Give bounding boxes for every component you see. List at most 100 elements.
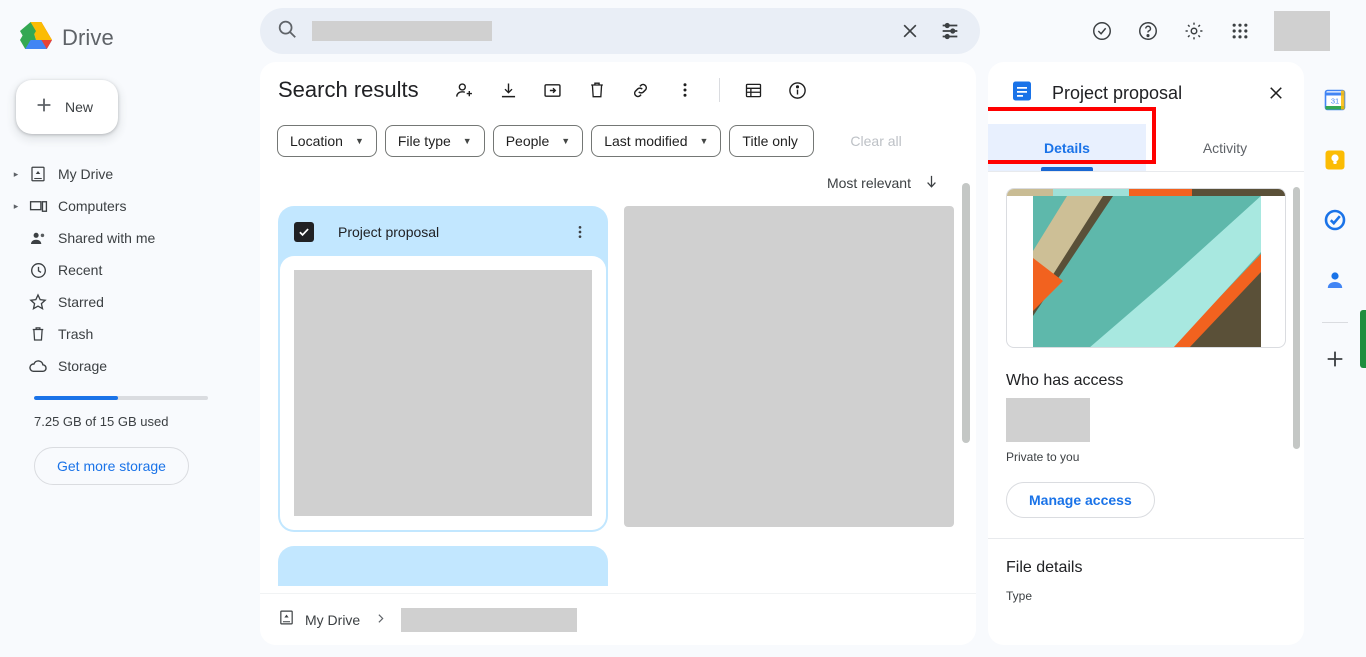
sidebar-item-my-drive[interactable]: ▸ My Drive <box>0 158 242 190</box>
computers-icon <box>24 197 52 216</box>
manage-access-button[interactable]: Manage access <box>1006 482 1155 518</box>
sidebar-item-label: Starred <box>58 294 104 310</box>
trash-icon <box>24 325 52 343</box>
svg-text:31: 31 <box>1331 97 1339 106</box>
tab-activity[interactable]: Activity <box>1146 124 1304 171</box>
filter-chip-last-modified[interactable]: Last modified ▼ <box>591 125 722 157</box>
avatar[interactable] <box>1274 11 1330 51</box>
plus-icon <box>33 94 55 121</box>
results-scrollbar[interactable] <box>962 183 970 443</box>
arrow-down-icon <box>923 173 940 193</box>
info-icon[interactable] <box>778 70 818 110</box>
file-card-partial[interactable] <box>278 546 608 586</box>
move-to-folder-icon[interactable] <box>533 70 573 110</box>
close-icon[interactable] <box>1260 77 1292 109</box>
breadcrumb-root[interactable]: My Drive <box>305 612 360 628</box>
sidebar-item-label: My Drive <box>58 166 114 182</box>
rail-side-tab[interactable] <box>1360 310 1366 368</box>
google-keep-icon[interactable] <box>1315 140 1355 180</box>
filter-chip-label: Last modified <box>604 133 688 149</box>
clear-all-button[interactable]: Clear all <box>850 133 901 149</box>
new-button[interactable]: New <box>16 80 118 134</box>
star-icon <box>24 292 52 312</box>
filter-chip-label: Title only <box>742 133 798 149</box>
file-checkbox[interactable] <box>294 222 314 242</box>
file-card-redacted[interactable] <box>624 206 954 527</box>
help-icon[interactable] <box>1128 11 1168 51</box>
search-icon <box>276 18 298 45</box>
settings-gear-icon[interactable] <box>1174 11 1214 51</box>
sort-button[interactable]: Most relevant <box>827 173 940 193</box>
details-divider <box>988 538 1304 539</box>
breadcrumb: My Drive <box>260 593 976 645</box>
my-drive-icon <box>278 609 295 631</box>
task-check-icon[interactable] <box>1082 11 1122 51</box>
file-details-heading: File details <box>1006 559 1083 576</box>
breadcrumb-current[interactable] <box>401 607 578 632</box>
download-icon[interactable] <box>489 70 529 110</box>
storage-meter: 7.25 GB of 15 GB used <box>34 396 208 429</box>
brand[interactable]: Drive <box>0 0 256 62</box>
list-view-icon[interactable] <box>734 70 774 110</box>
google-calendar-icon[interactable]: 31 <box>1315 80 1355 120</box>
details-scrollbar[interactable] <box>1293 187 1300 449</box>
search-input[interactable] <box>312 21 492 41</box>
sidebar-item-recent[interactable]: Recent <box>0 254 242 286</box>
filter-chip-title-only[interactable]: Title only <box>729 125 815 157</box>
sort-row: Most relevant <box>260 164 976 202</box>
file-thumbnail <box>294 270 592 516</box>
apps-grid-icon[interactable] <box>1220 11 1260 51</box>
search-options-button[interactable] <box>930 11 970 51</box>
google-contacts-icon[interactable] <box>1315 260 1355 300</box>
preview-color-strip <box>1007 189 1285 196</box>
file-preview[interactable] <box>1006 188 1286 348</box>
tab-details[interactable]: Details <box>988 107 1156 171</box>
chevron-down-icon: ▼ <box>462 136 472 146</box>
tab-label: Activity <box>1202 139 1248 156</box>
plus-icon[interactable] <box>1315 339 1355 379</box>
search-clear-button[interactable] <box>890 11 930 51</box>
details-header: Project proposal <box>988 62 1304 124</box>
file-more-menu-icon[interactable] <box>566 218 594 246</box>
trash-icon[interactable] <box>577 70 617 110</box>
sidebar-nav: ▸ My Drive ▸ Computers Shared with me Re… <box>0 158 256 382</box>
search-box[interactable] <box>260 8 980 54</box>
sidebar-item-storage[interactable]: Storage <box>0 350 242 382</box>
file-name: Project proposal <box>338 224 440 240</box>
sidebar-item-trash[interactable]: Trash <box>0 318 242 350</box>
filter-chip-location[interactable]: Location ▼ <box>277 125 377 157</box>
google-drive-logo <box>20 21 52 55</box>
expand-caret-icon[interactable]: ▸ <box>8 190 24 222</box>
file-card-project-proposal[interactable]: Project proposal <box>278 206 608 532</box>
filter-chip-file-type[interactable]: File type ▼ <box>384 125 485 157</box>
sidebar-item-label: Recent <box>58 262 103 278</box>
access-avatar <box>1006 398 1090 442</box>
results-header: Search results <box>260 62 976 118</box>
details-file-title: Project proposal <box>1052 82 1183 103</box>
filter-chip-people[interactable]: People ▼ <box>492 125 584 157</box>
filter-chip-label: File type <box>397 133 451 149</box>
sidebar-item-starred[interactable]: Starred <box>0 286 242 318</box>
details-panel: Project proposal Details Activity Who ha… <box>988 62 1304 645</box>
google-drive-window: Drive New ▸ My Drive ▸ Computers Shared … <box>0 0 1366 657</box>
filter-chip-label: People <box>505 133 550 149</box>
filter-chips: Location ▼ File type ▼ People ▼ Last mod… <box>260 118 976 164</box>
add-person-icon[interactable] <box>445 70 485 110</box>
who-has-access-heading: Who has access <box>1006 372 1124 389</box>
sidebar-item-computers[interactable]: ▸ Computers <box>0 190 242 222</box>
chevron-right-icon <box>374 612 387 628</box>
get-more-storage-button[interactable]: Get more storage <box>34 447 189 485</box>
more-vertical-icon[interactable] <box>665 70 705 110</box>
sidebar-item-label: Shared with me <box>58 230 156 246</box>
expand-caret-icon[interactable]: ▸ <box>8 158 24 190</box>
storage-usage-text: 7.25 GB of 15 GB used <box>34 414 169 429</box>
side-app-rail: 31 <box>1304 62 1366 657</box>
google-tasks-icon[interactable] <box>1315 200 1355 240</box>
storage-bar <box>34 396 208 400</box>
sidebar-item-label: Computers <box>58 198 127 214</box>
link-icon[interactable] <box>621 70 661 110</box>
sidebar-item-shared-with-me[interactable]: Shared with me <box>0 222 242 254</box>
top-right-actions <box>1082 0 1366 62</box>
people-icon <box>24 229 52 248</box>
search-bar <box>256 0 1116 62</box>
